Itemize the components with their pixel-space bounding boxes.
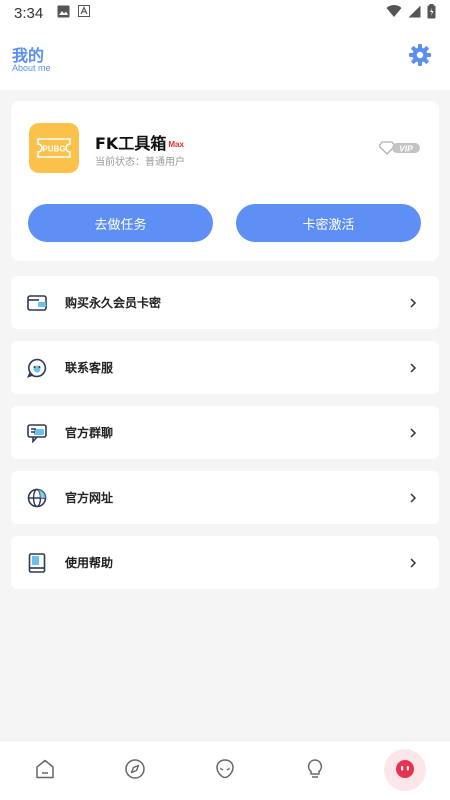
app-name-row: FK工具箱 Max: [95, 130, 184, 154]
nav-alien[interactable]: [207, 753, 243, 789]
a-icon: [78, 5, 91, 21]
alien-icon: [214, 758, 236, 784]
menu-item-official-group[interactable]: 官方群聊: [11, 406, 439, 459]
book-icon: [26, 552, 48, 574]
menu-item-buy-membership[interactable]: 购买永久会员卡密: [11, 276, 439, 329]
status-time: 3:34: [14, 4, 44, 22]
vip-label: VIP: [399, 143, 413, 153]
nav-profile[interactable]: [387, 753, 423, 789]
compass-icon: [124, 758, 146, 784]
chevron-right-icon: [408, 555, 418, 571]
nav-ideas[interactable]: [297, 753, 333, 789]
logo-text: PUBG: [42, 145, 65, 154]
menu-item-official-website[interactable]: 官方网址: [11, 471, 439, 524]
group-chat-icon: [26, 422, 48, 444]
battery-icon: [427, 3, 436, 23]
page-subtitle: About me: [12, 63, 51, 73]
status-bar: 3:34: [0, 0, 450, 26]
globe-icon: [26, 487, 48, 509]
edition-badge: Max: [168, 140, 184, 149]
wifi-icon: [386, 4, 402, 22]
bottom-nav: [0, 740, 450, 800]
nav-home[interactable]: [27, 753, 63, 789]
home-icon: [34, 758, 56, 784]
menu-item-help[interactable]: 使用帮助: [11, 536, 439, 589]
profile-card: PUBG FK工具箱 Max 当前状态：普通用户 VIP 去做任务 卡密激活: [11, 101, 439, 261]
menu-label: 使用帮助: [65, 556, 114, 570]
menu-label: 联系客服: [65, 361, 114, 375]
menu-label: 官方网址: [65, 491, 114, 505]
user-status: 当前状态：普通用户: [95, 157, 185, 168]
image-icon: [57, 5, 70, 22]
chevron-right-icon: [408, 360, 418, 376]
nav-discover[interactable]: [117, 753, 153, 789]
app-logo: PUBG: [29, 123, 79, 173]
chevron-right-icon: [408, 490, 418, 506]
wallet-icon: [26, 292, 48, 314]
activate-card-button[interactable]: 卡密激活: [236, 204, 421, 242]
header: 我的 About me: [0, 26, 450, 90]
chevron-right-icon: [408, 295, 418, 311]
chevron-right-icon: [408, 425, 418, 441]
menu-label: 购买永久会员卡密: [65, 296, 162, 310]
do-task-button[interactable]: 去做任务: [28, 204, 213, 242]
signal-icon: [408, 5, 421, 22]
settings-button[interactable]: [405, 42, 435, 72]
menu-label: 官方群聊: [65, 426, 114, 440]
lightbulb-icon: [304, 758, 326, 784]
profile-face-icon: [394, 758, 416, 784]
vip-badge: VIP: [379, 139, 421, 157]
chat-bubble-icon: [26, 357, 48, 379]
gear-icon: [408, 43, 432, 71]
menu-item-customer-service[interactable]: 联系客服: [11, 341, 439, 394]
app-name: FK工具箱: [95, 134, 167, 153]
